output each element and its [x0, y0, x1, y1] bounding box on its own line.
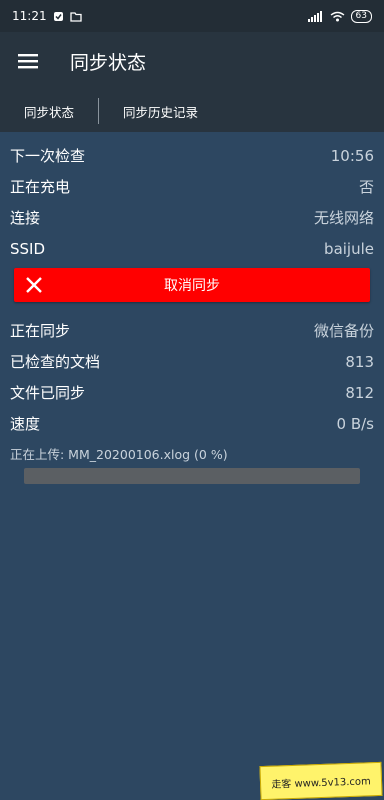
row-value: 否	[358, 178, 374, 196]
row-label: 正在充电	[10, 178, 71, 196]
row-label: 正在同步	[10, 322, 71, 340]
tab-sync-history[interactable]: 同步历史记录	[99, 90, 222, 132]
status-time: 11:21	[12, 9, 47, 23]
info-row-speed: 速度 0 B/s	[10, 408, 374, 439]
info-row-next-check: 下一次检查 10:56	[10, 140, 374, 171]
cancel-sync-label: 取消同步	[164, 278, 220, 294]
info-row-connection: 连接 无线网络	[10, 202, 374, 233]
row-value: baijule	[324, 239, 374, 258]
row-value: 813	[345, 352, 374, 371]
info-row-ssid: SSID baijule	[10, 233, 374, 264]
hamburger-menu-icon[interactable]	[0, 32, 56, 90]
app-bar: 同步状态	[0, 32, 384, 90]
row-value: 微信备份	[313, 322, 374, 340]
status-bar-right: 63	[307, 9, 372, 23]
notification-app-icon	[53, 11, 64, 22]
tab-sync-status[interactable]: 同步状态	[0, 90, 98, 132]
page-title: 同步状态	[70, 51, 147, 74]
row-label: 文件已同步	[10, 384, 86, 402]
row-value: 0 B/s	[336, 414, 374, 433]
info-row-checked-docs: 已检查的文档 813	[10, 346, 374, 377]
cancel-sync-button[interactable]: 取消同步	[14, 268, 370, 302]
upload-status-text: 正在上传: MM_20200106.xlog (0 %)	[10, 447, 228, 462]
wifi-icon	[330, 11, 345, 22]
status-bar: 11:21 63	[0, 0, 384, 32]
row-value: 10:56	[330, 146, 374, 165]
row-label: 下一次检查	[10, 147, 86, 165]
row-value: 无线网络	[313, 209, 374, 227]
tab-bar: 同步状态 同步历史记录	[0, 90, 384, 132]
signal-icon	[307, 10, 324, 22]
row-label: 已检查的文档	[10, 353, 101, 371]
watermark-logo: 走客 www.5v13.com	[259, 761, 383, 800]
upload-progress-bar	[24, 468, 360, 484]
info-row-synced-files: 文件已同步 812	[10, 377, 374, 408]
battery-icon: 63	[350, 9, 372, 23]
row-label: 速度	[10, 415, 41, 433]
info-row-charging: 正在充电 否	[10, 171, 374, 202]
row-value: 812	[345, 383, 374, 402]
folder-icon	[69, 11, 82, 22]
info-row-syncing: 正在同步 微信备份	[10, 315, 374, 346]
row-label: 连接	[10, 209, 41, 227]
row-label: SSID	[10, 239, 46, 258]
status-bar-left: 11:21	[12, 9, 82, 23]
